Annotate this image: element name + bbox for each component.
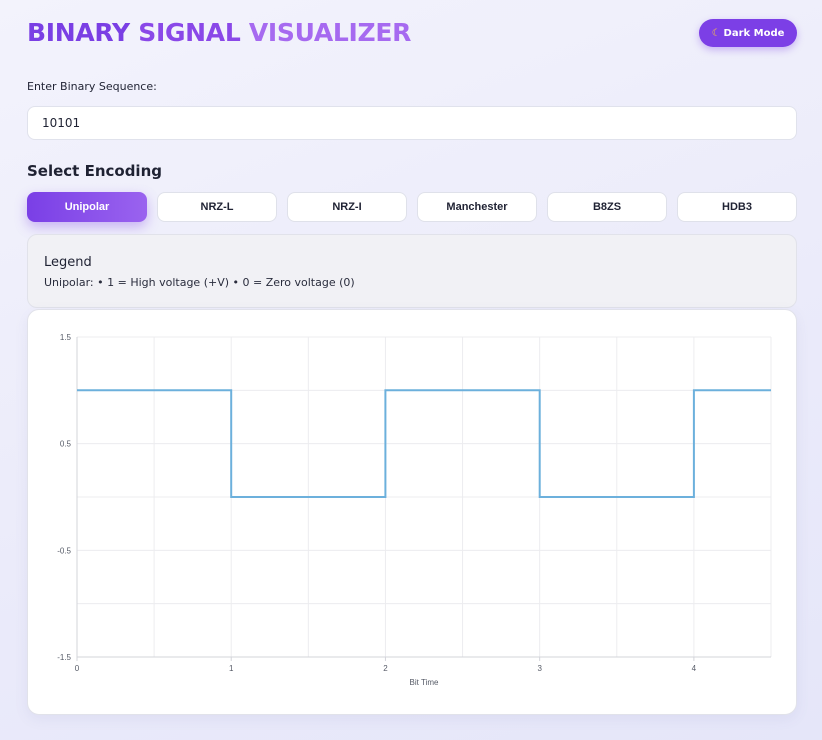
x-tick-label: 2 [383,664,388,673]
encoding-nrz-l-button[interactable]: NRZ-L [157,192,277,222]
y-tick-label: -1.5 [57,653,71,662]
encoding-nrz-i-button[interactable]: NRZ-I [287,192,407,222]
signal-chart: 1.5 0.5 -0.5 -1.5 0 1 2 3 4 Bit Time [57,333,772,687]
encoding-b8zs-button[interactable]: B8ZS [547,192,667,222]
title-word-signal: SIGNAL [138,18,241,47]
binary-sequence-label: Enter Binary Sequence: [27,80,157,93]
encoding-hdb3-button[interactable]: HDB3 [677,192,797,222]
x-tick-label: 0 [75,664,80,673]
title-word-visualizer: VISUALIZER [248,18,412,47]
encoding-options: Unipolar NRZ-L NRZ-I Manchester B8ZS HDB… [27,192,797,222]
moon-icon: ☾ [711,27,721,39]
encoding-manchester-button[interactable]: Manchester [417,192,537,222]
legend-text: Unipolar: • 1 = High voltage (+V) • 0 = … [44,276,355,289]
y-tick-label: 0.5 [60,440,72,449]
legend-title: Legend [44,255,92,270]
dark-mode-label: Dark Mode [723,27,785,39]
x-axis-title: Bit Time [410,678,439,687]
title-word-binary: BINARY [27,18,130,47]
binary-sequence-input[interactable] [27,106,797,140]
y-tick-label: -0.5 [57,546,71,555]
dark-mode-button[interactable]: ☾ Dark Mode [699,19,797,47]
signal-chart-card: 1.5 0.5 -0.5 -1.5 0 1 2 3 4 Bit Time [27,309,797,715]
encoding-unipolar-button[interactable]: Unipolar [27,192,147,222]
y-tick-label: 1.5 [60,333,72,342]
x-tick-label: 3 [537,664,542,673]
legend-panel: Legend Unipolar: • 1 = High voltage (+V)… [27,234,797,308]
app-title: BINARY SIGNAL VISUALIZER [27,16,411,50]
x-tick-label: 1 [229,664,234,673]
encoding-section-title: Select Encoding [27,162,162,180]
x-tick-label: 4 [692,664,697,673]
